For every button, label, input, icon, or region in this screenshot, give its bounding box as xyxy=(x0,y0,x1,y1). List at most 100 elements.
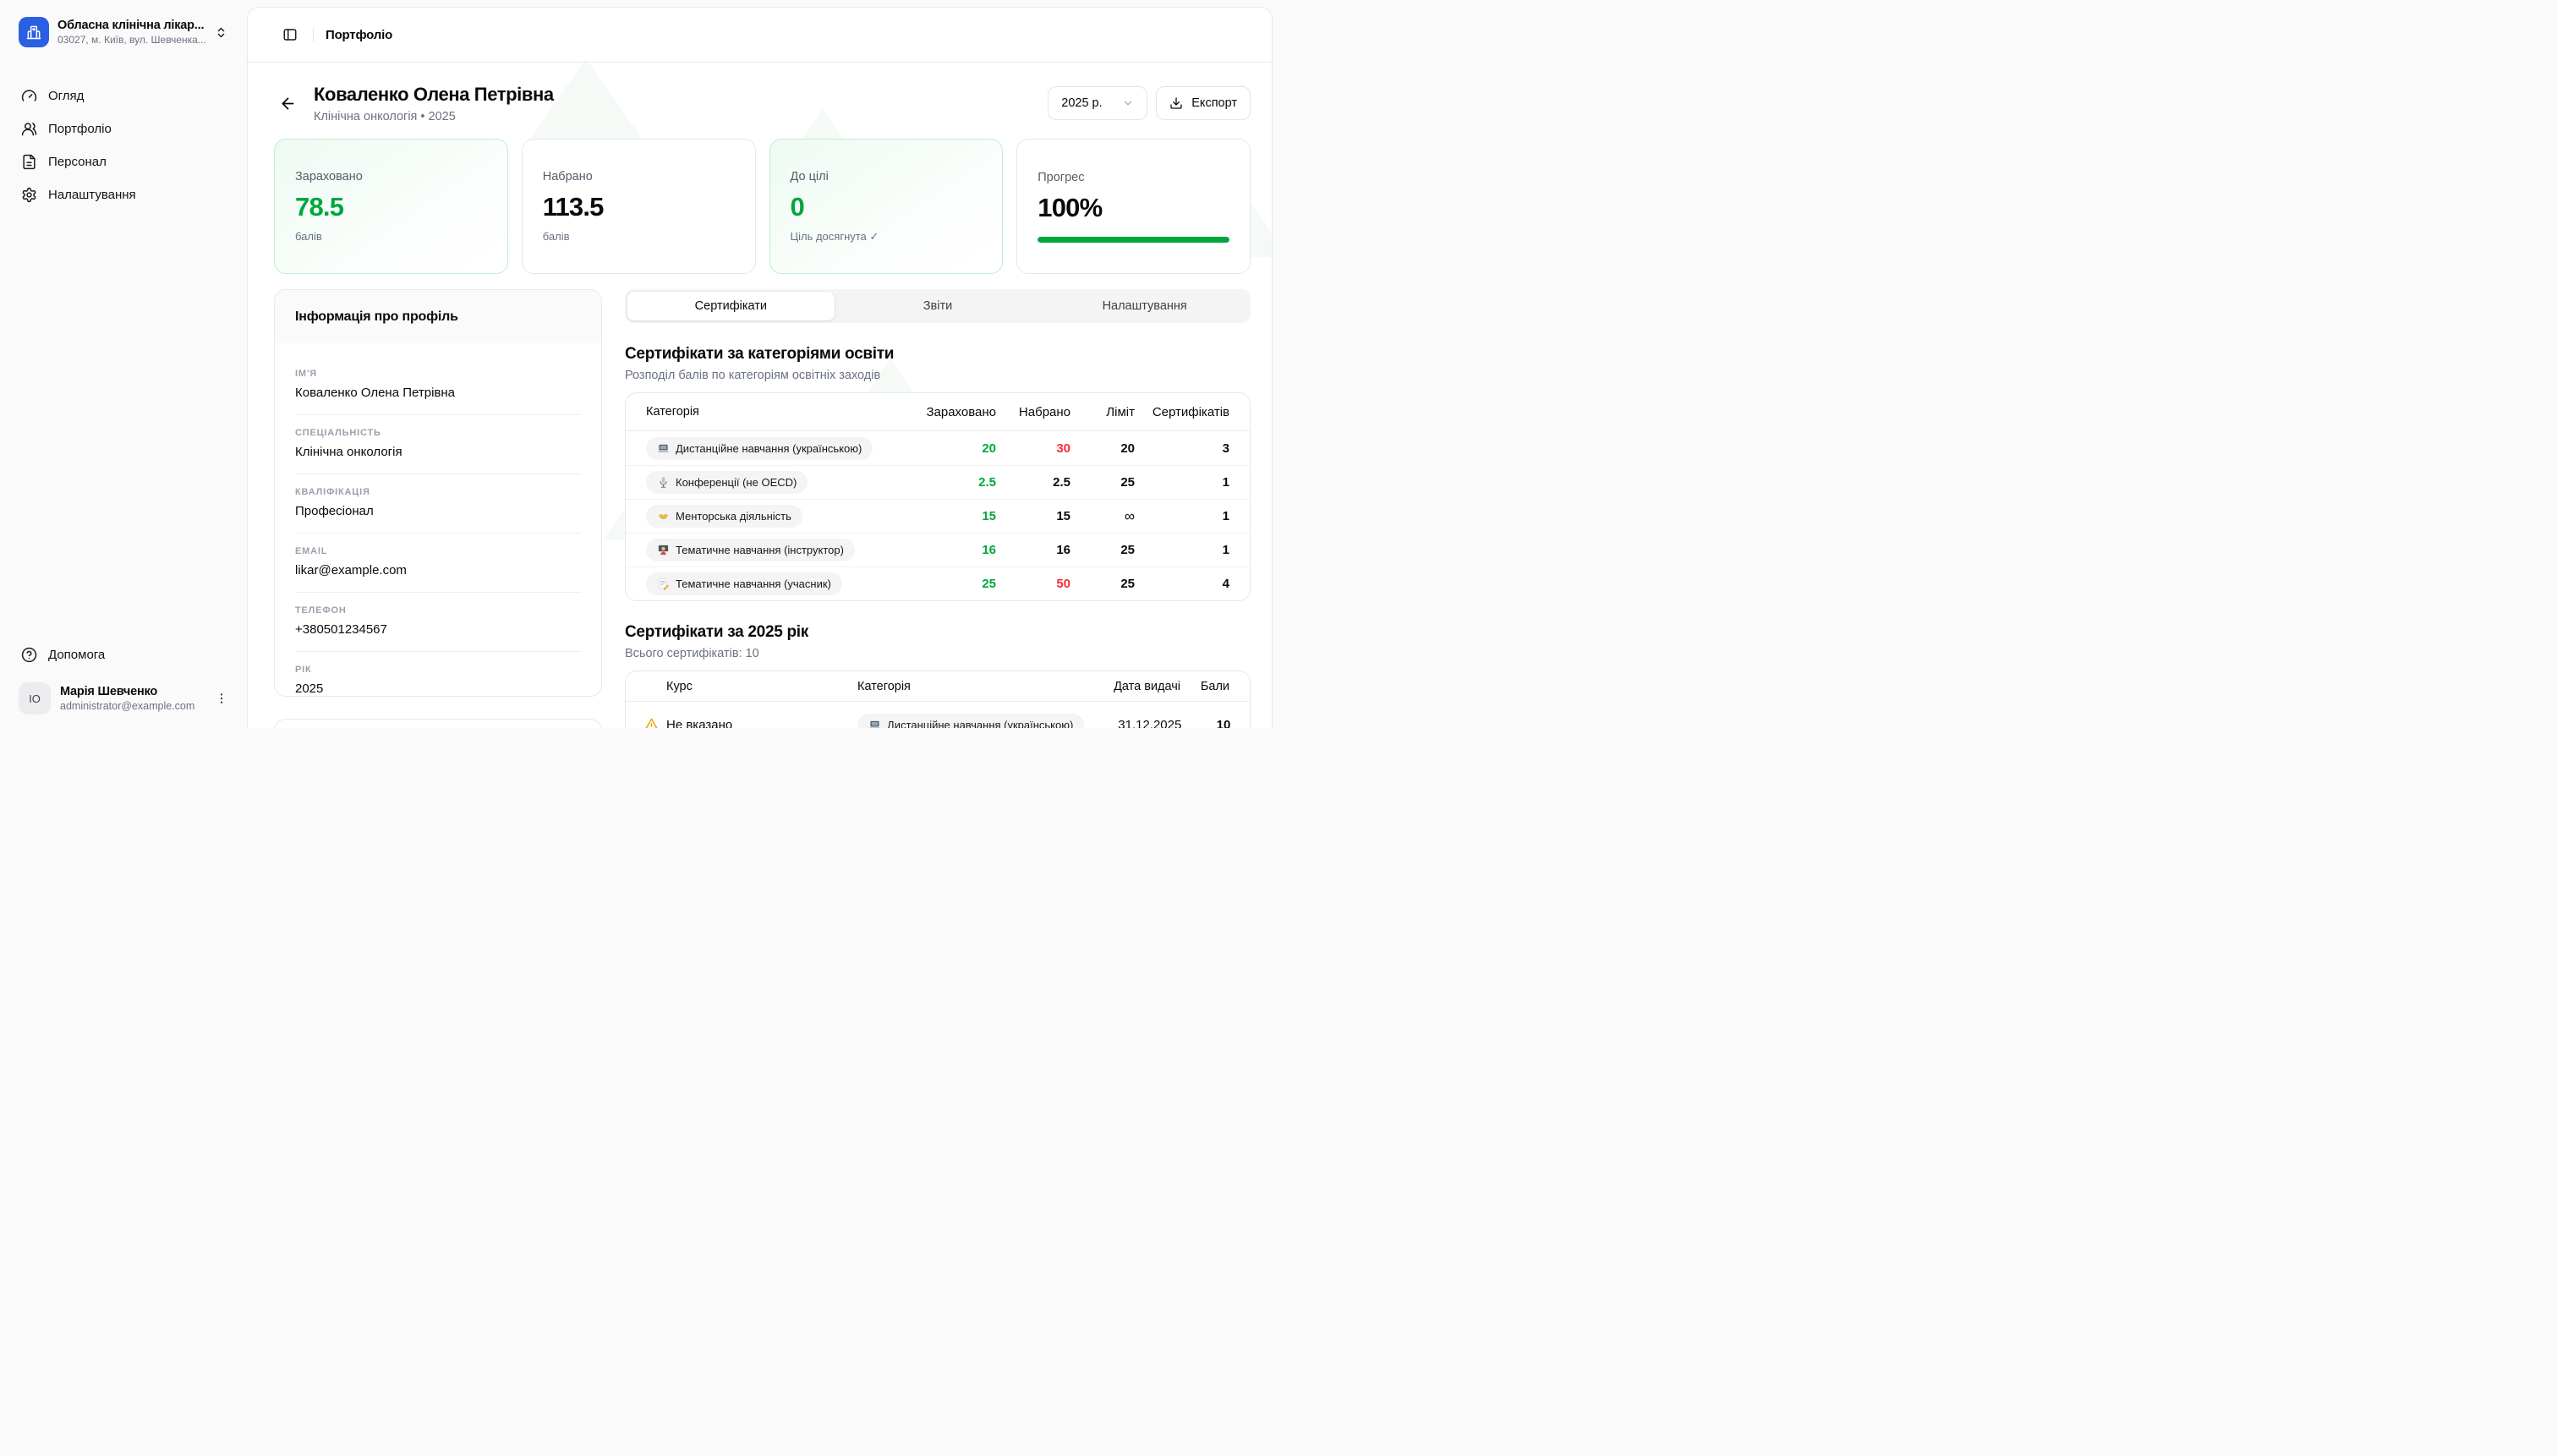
category-pill: Конференції (не OECD) xyxy=(646,471,808,494)
category-pill: Дистанційне навчання (українською) xyxy=(646,437,873,460)
profile-field-email: EMAIL likar@example.com xyxy=(295,546,581,577)
panel-left-icon xyxy=(282,27,298,42)
sidebar-item-label: Огляд xyxy=(48,89,84,103)
sidebar-item-help[interactable]: Допомога xyxy=(12,640,235,669)
profile-field-phone: ТЕЛЕФОН +380501234567 xyxy=(295,605,581,637)
stat-card-credited: Зараховано 78.5 балів xyxy=(274,139,508,274)
gauge-icon xyxy=(20,87,37,104)
laptop-icon xyxy=(657,442,670,455)
table-header: Категорія Зараховано Набрано Ліміт Серти… xyxy=(626,393,1250,431)
user-name: Марія Шевченко xyxy=(60,685,205,698)
stat-value: 100% xyxy=(1038,193,1229,223)
stat-sub: балів xyxy=(295,230,487,243)
sidebar-item-personnel[interactable]: Персонал xyxy=(12,147,235,176)
users-icon xyxy=(20,120,37,137)
tabs: Сертифікати Звіти Налаштування xyxy=(625,289,1251,323)
stat-value: 78.5 xyxy=(295,192,487,222)
org-logo xyxy=(19,17,49,47)
divider xyxy=(295,533,581,534)
stat-label: Набрано xyxy=(543,170,735,183)
sidebar-item-settings[interactable]: Налаштування xyxy=(12,180,235,209)
table-row: Конференції (не OECD) 2.5 2.5 25 1 xyxy=(626,465,1250,499)
stat-sub: балів xyxy=(543,230,735,243)
year-section-subtitle: Всього сертифікатів: 10 xyxy=(625,647,1251,660)
stat-value: 113.5 xyxy=(543,192,735,222)
back-button[interactable] xyxy=(274,90,302,118)
table-row: Не вказано Дистанційне навчання (українс… xyxy=(626,702,1250,728)
category-pill: Дистанційне навчання (українською) xyxy=(857,714,1084,729)
microphone-icon xyxy=(657,476,670,489)
table-row: Дистанційне навчання (українською) 20 30… xyxy=(626,431,1250,465)
sidebar-item-overview[interactable]: Огляд xyxy=(12,81,235,110)
stat-label: Прогрес xyxy=(1038,171,1229,184)
org-name: Обласна клінічна лікар... xyxy=(57,19,206,32)
user-email: administrator@example.com xyxy=(60,700,205,712)
divider xyxy=(295,592,581,593)
categories-section-title: Сертифікати за категоріями освіти xyxy=(625,345,1251,364)
file-text-icon xyxy=(20,153,37,170)
year-select[interactable]: 2025 р. xyxy=(1048,86,1147,120)
download-icon xyxy=(1169,96,1183,110)
handshake-icon xyxy=(657,510,670,523)
sidebar-item-label: Портфоліо xyxy=(48,122,112,136)
org-address: 03027, м. Київ, вул. Шевченка... xyxy=(57,34,206,46)
next-card-partial xyxy=(274,719,602,728)
sidebar: Обласна клінічна лікар... 03027, м. Київ… xyxy=(0,0,247,728)
gear-icon xyxy=(20,186,37,203)
doctor-subtitle: Клінічна онкологія • 2025 xyxy=(314,110,554,123)
year-section-title: Сертифікати за 2025 рік xyxy=(625,623,1251,642)
export-button[interactable]: Експорт xyxy=(1156,86,1251,120)
profile-field-name: ІМ'Я Коваленко Олена Петрівна xyxy=(295,369,581,400)
year-certificates-table: Курс Категорія Дата видачі Бали xyxy=(625,671,1251,728)
sidebar-toggle-button[interactable] xyxy=(279,24,301,46)
divider xyxy=(295,414,581,415)
page-header: Коваленко Олена Петрівна Клінічна онколо… xyxy=(274,79,1251,127)
app-root: Обласна клінічна лікар... 03027, м. Київ… xyxy=(0,0,1278,728)
profile-field-specialty: СПЕЦІАЛЬНІСТЬ Клінічна онкологія xyxy=(295,428,581,459)
stat-label: Зараховано xyxy=(295,170,487,183)
hospital-icon xyxy=(25,24,42,41)
sidebar-item-label: Персонал xyxy=(48,155,107,169)
stat-card-progress: Прогрес 100% xyxy=(1016,139,1251,274)
export-label: Експорт xyxy=(1191,96,1237,110)
teacher-icon xyxy=(657,544,670,556)
stat-value: 0 xyxy=(791,192,983,222)
table-row: Менторська діяльність 15 15 ∞ 1 xyxy=(626,499,1250,533)
chevron-down-icon xyxy=(1122,97,1134,109)
sidebar-item-label: Налаштування xyxy=(48,188,136,202)
stat-cards: Зараховано 78.5 балів Набрано 113.5 балі… xyxy=(274,139,1251,274)
profile-field-qualification: КВАЛІФІКАЦІЯ Професіонал xyxy=(295,487,581,518)
user-menu[interactable]: ІО Марія Шевченко administrator@example.… xyxy=(12,677,235,720)
category-pill: Тематичне навчання (учасник) xyxy=(646,572,842,595)
doctor-name-title: Коваленко Олена Петрівна xyxy=(314,84,554,106)
org-switcher[interactable]: Обласна клінічна лікар... 03027, м. Київ… xyxy=(12,14,235,51)
sidebar-item-label: Допомога xyxy=(48,648,105,662)
category-pill: Менторська діяльність xyxy=(646,505,802,528)
tab-reports[interactable]: Звіти xyxy=(835,292,1042,320)
profile-card-title: Інформація про профіль xyxy=(275,290,601,343)
table-row: Тематичне навчання (учасник) 25 50 25 4 xyxy=(626,567,1250,600)
year-select-value: 2025 р. xyxy=(1061,96,1102,110)
tab-certificates[interactable]: Сертифікати xyxy=(627,292,835,320)
progress-bar-fill xyxy=(1038,237,1229,243)
stat-card-earned: Набрано 113.5 балів xyxy=(522,139,756,274)
help-circle-icon xyxy=(20,646,37,663)
divider xyxy=(313,28,314,41)
category-pill: Тематичне навчання (інструктор) xyxy=(646,539,855,561)
progress-bar xyxy=(1038,237,1229,243)
ellipsis-vertical-icon xyxy=(215,692,228,705)
avatar: ІО xyxy=(19,682,51,714)
tab-settings[interactable]: Налаштування xyxy=(1041,292,1248,320)
sidebar-nav: Огляд Портфоліо Персонал Налаштування xyxy=(12,81,235,209)
stat-card-to-goal: До цілі 0 Ціль досягнута ✓ xyxy=(769,139,1004,274)
categories-table: Категорія Зараховано Набрано Ліміт Серти… xyxy=(625,392,1251,601)
stat-sub: Ціль досягнута ✓ xyxy=(791,230,983,244)
page-title: Портфоліо xyxy=(326,28,392,42)
sidebar-item-portfolio[interactable]: Портфоліо xyxy=(12,114,235,143)
memo-icon xyxy=(657,577,670,590)
laptop-icon xyxy=(868,719,881,729)
table-row: Тематичне навчання (інструктор) 16 16 25… xyxy=(626,533,1250,567)
main-panel: Портфоліо Коваленко Олена Петрівна Кліні… xyxy=(247,7,1273,728)
divider xyxy=(295,651,581,652)
divider xyxy=(295,473,581,474)
